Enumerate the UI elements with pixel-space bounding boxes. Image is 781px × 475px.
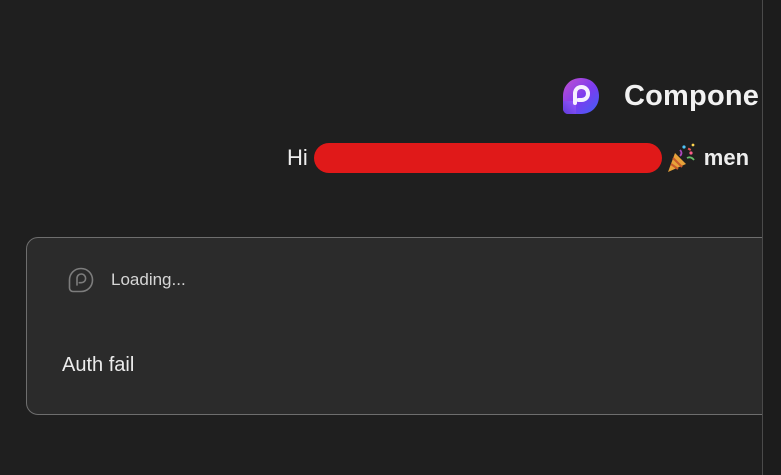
greeting-prefix: Hi	[287, 145, 308, 170]
loop-outline-icon	[68, 267, 94, 293]
screen: Compone Hi men Loading... Auth fail	[0, 0, 781, 475]
auth-error-message: Auth fail	[62, 354, 135, 376]
loop-logo-icon	[563, 78, 599, 114]
component-card: Loading... Auth fail	[26, 237, 781, 415]
loading-label: Loading...	[111, 270, 186, 289]
party-popper-icon	[667, 143, 695, 172]
window-edge	[762, 0, 781, 475]
app-title: Compone	[624, 79, 760, 112]
redaction-mark	[313, 143, 662, 173]
loading-row: Loading...	[67, 266, 186, 294]
app-header: Compone	[560, 74, 759, 118]
greeting-line: Hi men	[287, 140, 749, 176]
greeting-suffix: men	[703, 145, 750, 170]
